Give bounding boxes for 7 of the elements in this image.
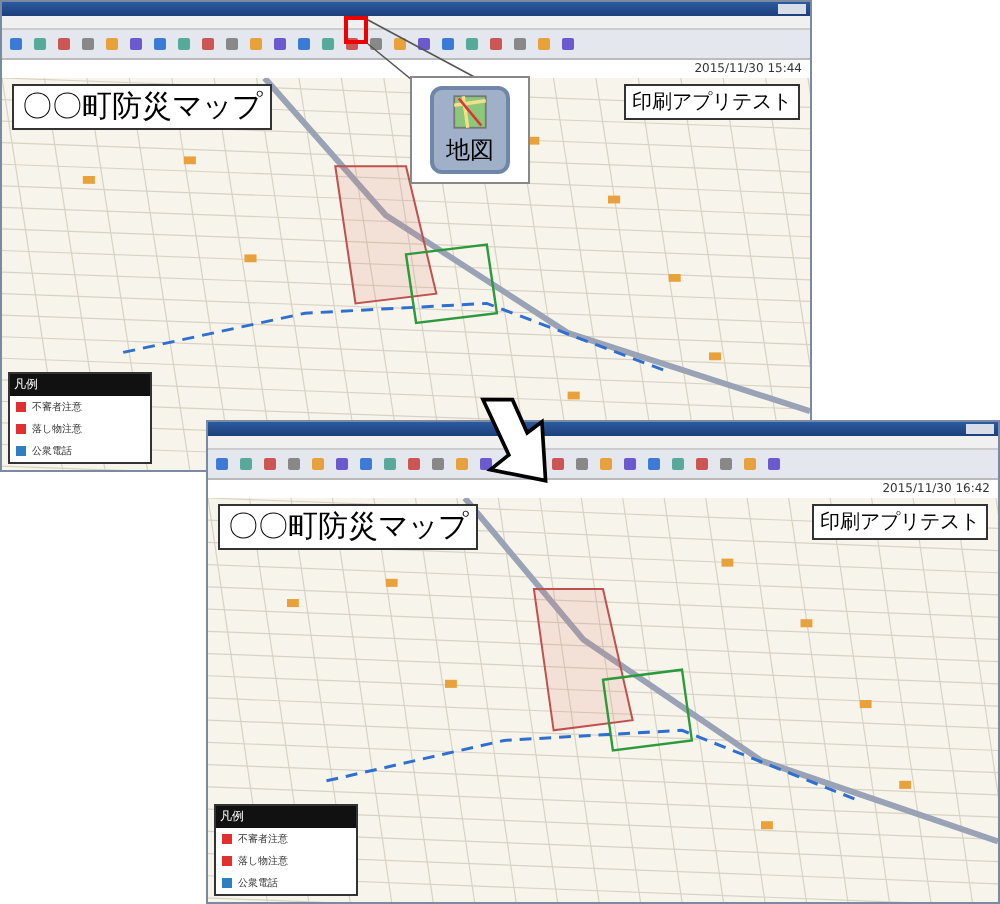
map-button[interactable]: 地図 — [430, 86, 510, 174]
app-label: 印刷アプリテスト — [624, 84, 800, 120]
highlight-frame — [344, 16, 368, 44]
map-icon — [452, 93, 488, 129]
map-title: 〇〇町防災マップ — [218, 504, 478, 550]
map-title: 〇〇町防災マップ — [12, 84, 272, 130]
app-label: 印刷アプリテスト — [812, 504, 988, 540]
